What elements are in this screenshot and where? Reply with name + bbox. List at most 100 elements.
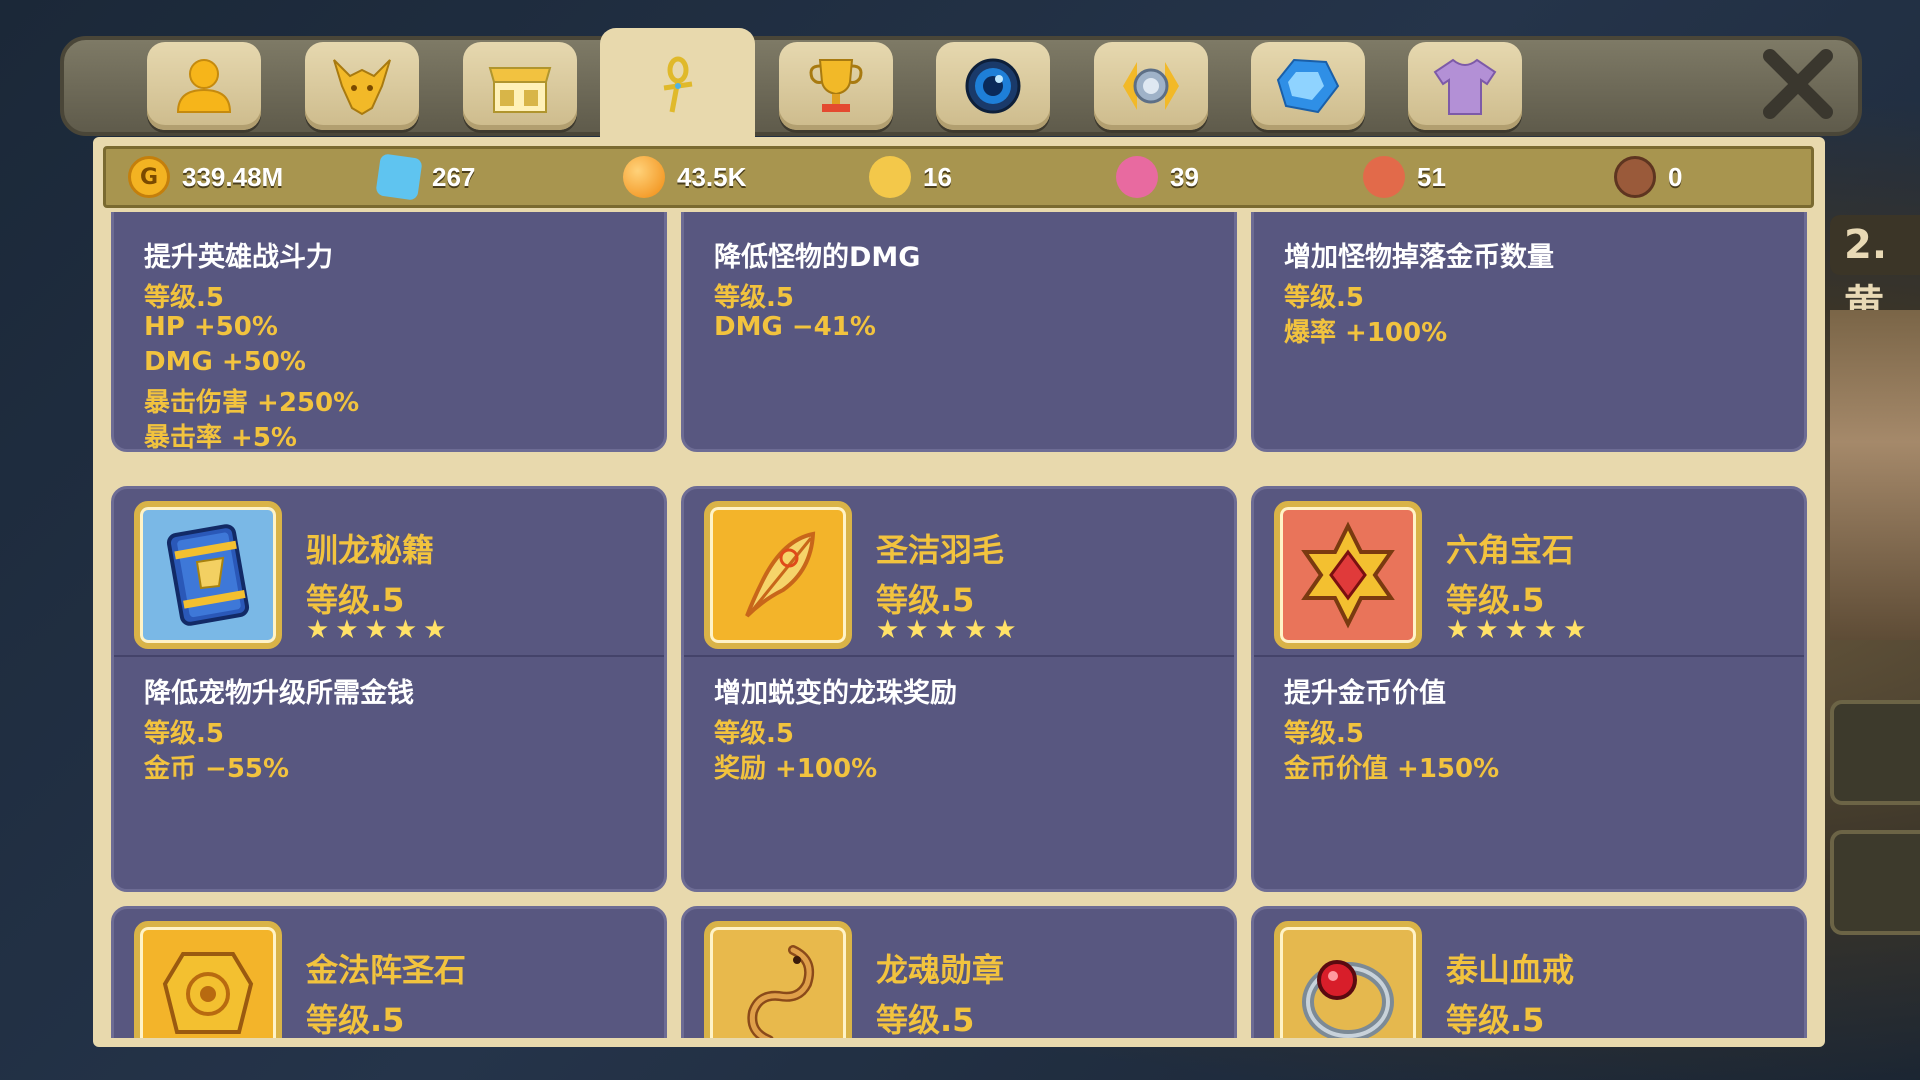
artifact-card-header: 六角宝石 等级.5 ★★★★★ <box>1254 489 1804 657</box>
tab-gem[interactable] <box>1251 42 1365 130</box>
artifact-card-header: 圣洁羽毛 等级.5 ★★★★★ <box>684 489 1234 657</box>
tab-hero[interactable] <box>147 42 261 130</box>
background-side-button <box>1830 830 1920 935</box>
pink-monster-icon <box>1116 156 1158 198</box>
artifact-stat: 金币 −55% <box>144 754 290 784</box>
artifact-card-dragon-book[interactable]: 驯龙秘籍 等级.5 ★★★★★ 降低宠物升级所需金钱 等级.5 金币 −55% <box>111 486 667 892</box>
gold-amount: 339.48M <box>182 161 284 192</box>
artifact-name: 龙魂勋章 <box>876 951 1005 989</box>
tab-costume[interactable] <box>1408 42 1522 130</box>
ankh-icon <box>663 56 692 113</box>
tab-artifact[interactable] <box>600 28 755 140</box>
artifact-badge <box>704 921 852 1038</box>
hexagram-gem-icon <box>1301 521 1395 629</box>
artifact-stat: HP +50% <box>144 312 278 342</box>
currency-gold: G 339.48M <box>128 149 283 205</box>
artifact-stat: 暴击伤害 +250% <box>144 388 360 418</box>
artifact-badge <box>1274 501 1422 649</box>
shop-icon <box>488 67 552 113</box>
artifact-badge <box>134 921 282 1038</box>
close-icon <box>1763 49 1833 119</box>
pet-token-icon <box>1614 156 1656 198</box>
book-icon <box>166 524 250 626</box>
artifact-stars: ★★★★★ <box>1446 615 1593 645</box>
artifact-name: 驯龙秘籍 <box>306 531 435 569</box>
shirt-icon <box>1433 58 1497 115</box>
artifact-name: 泰山血戒 <box>1446 951 1575 989</box>
pet-token-amount: 0 <box>1668 161 1683 192</box>
golden-stone-icon <box>162 952 254 1034</box>
dragon-orb-icon <box>623 156 665 198</box>
yellow-monster-amount: 16 <box>923 161 952 192</box>
artifact-name: 圣洁羽毛 <box>876 531 1005 569</box>
currency-red-monster: 51 <box>1363 149 1446 205</box>
yellow-monster-icon <box>869 156 911 198</box>
background-side-button <box>1830 700 1920 805</box>
tab-shop[interactable] <box>463 42 577 130</box>
feather-icon <box>745 531 816 618</box>
artifact-level: 等级.5 <box>1446 1001 1545 1038</box>
currency-pink-monster: 39 <box>1116 149 1199 205</box>
artifact-effect-title: 增加蜕变的龙珠奖励 <box>714 678 957 709</box>
artifact-stat: 爆率 +100% <box>1284 318 1448 348</box>
artifact-card[interactable]: ★★★★★ 提升英雄战斗力 等级.5 HP +50% DMG +50% 暴击伤害… <box>111 212 667 453</box>
artifact-level: 等级.5 <box>306 1001 405 1038</box>
artifact-stars: ★★★★★ <box>306 615 453 645</box>
diamond-amount: 267 <box>432 161 476 192</box>
artifact-stat: 暴击率 +5% <box>144 423 297 453</box>
artifact-effect-title: 降低怪物的DMG <box>714 242 921 273</box>
artifact-stat: DMG −41% <box>714 312 876 342</box>
currency-pet-token: 0 <box>1614 149 1682 205</box>
artifact-card[interactable]: ★★★★★ 增加怪物掉落金币数量 等级.5 爆率 +100% <box>1251 212 1807 452</box>
artifact-stat: DMG +50% <box>144 347 306 377</box>
artifact-card-dragon-medal[interactable]: 龙魂勋章 等级.5 <box>681 906 1237 1038</box>
artifact-stat: 等级.5 <box>1284 283 1364 313</box>
diamond-icon <box>375 153 423 201</box>
artifact-stat: 等级.5 <box>1284 719 1364 749</box>
artifact-card[interactable]: ★★★★★ 降低怪物的DMG 等级.5 DMG −41% <box>681 212 1237 452</box>
background-stage-label: 2.黄 <box>1830 215 1920 328</box>
artifact-badge <box>134 501 282 649</box>
pink-monster-amount: 39 <box>1170 161 1199 192</box>
red-monster-amount: 51 <box>1417 161 1446 192</box>
artifact-list[interactable]: ★★★★★ 提升英雄战斗力 等级.5 HP +50% DMG +50% 暴击伤害… <box>103 212 1814 1038</box>
artifact-badge <box>704 501 852 649</box>
dragon-orb-amount: 43.5K <box>677 161 747 192</box>
artifact-stars: ★★★★★ <box>876 615 1023 645</box>
tab-orb[interactable] <box>936 42 1050 130</box>
artifact-stat: 奖励 +100% <box>714 754 878 784</box>
currency-yellow-monster: 16 <box>869 149 952 205</box>
artifact-effect-title: 增加怪物掉落金币数量 <box>1284 242 1554 273</box>
artifact-card-header: 驯龙秘籍 等级.5 ★★★★★ <box>114 489 664 657</box>
currency-dragon-orb: 43.5K <box>623 149 746 205</box>
background-stage-image <box>1830 310 1920 640</box>
artifact-effect-title: 提升金币价值 <box>1284 678 1446 709</box>
trophy-icon <box>809 59 863 112</box>
tab-trophy[interactable] <box>779 42 893 130</box>
artifact-card-holy-feather[interactable]: 圣洁羽毛 等级.5 ★★★★★ 增加蜕变的龙珠奖励 等级.5 奖励 +100% <box>681 486 1237 892</box>
artifact-stat: 金币价值 +150% <box>1284 754 1500 784</box>
dragon-medal-icon <box>747 945 815 1038</box>
gold-coin-icon: G <box>128 156 170 198</box>
artifact-card-hexagram-gem[interactable]: 六角宝石 等级.5 ★★★★★ 提升金币价值 等级.5 金币价值 +150% <box>1251 486 1807 892</box>
rune-icon <box>1123 62 1179 110</box>
currency-diamond: 267 <box>375 149 476 205</box>
gem-icon <box>1276 58 1340 114</box>
artifact-name: 金法阵圣石 <box>306 951 467 989</box>
tab-rune[interactable] <box>1094 42 1208 130</box>
artifact-card-blood-ring[interactable]: 泰山血戒 等级.5 <box>1251 906 1807 1038</box>
person-icon <box>176 59 232 113</box>
artifact-stat: 等级.5 <box>714 283 794 313</box>
artifact-effect-title: 降低宠物升级所需金钱 <box>144 678 414 709</box>
tab-dragon[interactable] <box>305 42 419 130</box>
artifact-card-golden-stone[interactable]: 金法阵圣石 等级.5 <box>111 906 667 1038</box>
blood-ring-icon <box>1302 960 1394 1038</box>
close-button[interactable] <box>1760 46 1836 122</box>
artifact-name: 六角宝石 <box>1446 531 1575 569</box>
red-monster-icon <box>1363 156 1405 198</box>
artifact-stat: 等级.5 <box>144 719 224 749</box>
currency-bar: G 339.48M 267 43.5K 16 39 51 0 <box>103 146 1814 208</box>
orb-icon <box>965 58 1021 114</box>
artifact-stat: 等级.5 <box>714 719 794 749</box>
artifact-level: 等级.5 <box>876 1001 975 1038</box>
